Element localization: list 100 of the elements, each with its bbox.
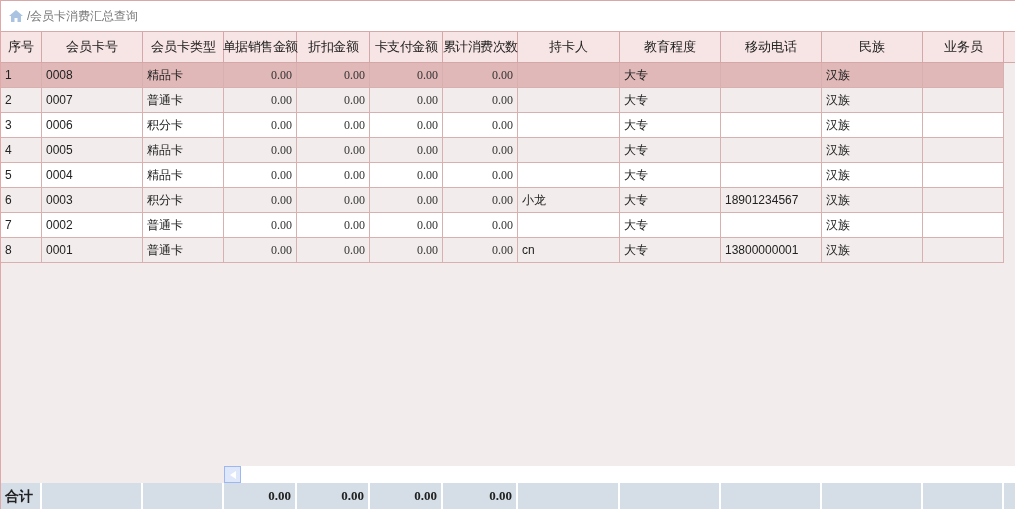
table-cell-text: 0.00 bbox=[271, 167, 292, 184]
table-cell-text: 大专 bbox=[624, 92, 648, 109]
table-cell-text: 普通卡 bbox=[147, 217, 183, 234]
table-cell-text: 积分卡 bbox=[147, 117, 183, 134]
table-cell-text: 0.00 bbox=[271, 67, 292, 84]
table-cell-text: 汉族 bbox=[826, 92, 850, 109]
table-cell-text: 0.00 bbox=[271, 217, 292, 234]
total-cell-text: 0.00 bbox=[489, 487, 512, 506]
total-cell-text: 0.00 bbox=[268, 487, 291, 506]
table-cell-text: 精品卡 bbox=[147, 67, 183, 84]
table-cell-text: 0.00 bbox=[344, 217, 365, 234]
table-cell-text: 5 bbox=[5, 167, 12, 184]
table-cell-text: 积分卡 bbox=[147, 192, 183, 209]
column-header[interactable]: 卡支付金额 bbox=[370, 32, 443, 62]
table-cell-text: 0004 bbox=[46, 167, 73, 184]
table-cell-text: 0.00 bbox=[492, 217, 513, 234]
table-cell-text: 精品卡 bbox=[147, 142, 183, 159]
table-cell-text: 0.00 bbox=[344, 67, 365, 84]
table-cell-text: 0.00 bbox=[271, 117, 292, 134]
table-cell-text: 2 bbox=[5, 92, 12, 109]
table-cell-text: 大专 bbox=[624, 67, 648, 84]
table-cell-text: 大专 bbox=[624, 192, 648, 209]
column-header[interactable]: 业务员 bbox=[923, 32, 1004, 62]
total-label: 合计 bbox=[5, 486, 33, 506]
table-cell-text: 0.00 bbox=[492, 142, 513, 159]
table-cell-text: 3 bbox=[5, 117, 12, 134]
column-header[interactable]: 教育程度 bbox=[620, 32, 721, 62]
table-cell-text: 0.00 bbox=[492, 67, 513, 84]
table-cell-text: 0.00 bbox=[417, 192, 438, 209]
table-row[interactable]: 3 0006 积分卡 0.00 0.00 0.00 0.00 大专 汉族 bbox=[1, 113, 1004, 138]
table-cell-text: 小龙 bbox=[522, 192, 546, 209]
table-cell-text: 0006 bbox=[46, 117, 73, 134]
table-cell-text: 0.00 bbox=[492, 117, 513, 134]
table-cell-text: 0008 bbox=[46, 67, 73, 84]
column-header[interactable]: 单据销售金额 bbox=[224, 32, 297, 62]
table-cell-text: 0.00 bbox=[271, 92, 292, 109]
table-cell-text: 0005 bbox=[46, 142, 73, 159]
table-cell-text: 0.00 bbox=[344, 117, 365, 134]
table-cell-text: 0003 bbox=[46, 192, 73, 209]
table-cell-text: 0.00 bbox=[417, 117, 438, 134]
table-cell-text: 0.00 bbox=[492, 167, 513, 184]
table-cell-text: 0.00 bbox=[344, 92, 365, 109]
table-row[interactable]: 6 0003 积分卡 0.00 0.00 0.00 0.00 小龙 大专 18901234567 汉族 bbox=[1, 188, 1004, 213]
table-cell-text: 0.00 bbox=[417, 167, 438, 184]
home-icon[interactable] bbox=[9, 10, 23, 22]
column-header[interactable]: 会员卡号 bbox=[42, 32, 143, 62]
table-cell-text: 0.00 bbox=[417, 92, 438, 109]
total-cell-text: 0.00 bbox=[414, 487, 437, 506]
table-cell-text: 4 bbox=[5, 142, 12, 159]
horizontal-scrollbar[interactable] bbox=[241, 466, 1015, 483]
table-cell-text: 0.00 bbox=[417, 217, 438, 234]
table-cell-text: 汉族 bbox=[826, 67, 850, 84]
table-cell-text: 汉族 bbox=[826, 217, 850, 234]
table-cell-text: cn bbox=[522, 242, 535, 259]
table-cell-text: 0001 bbox=[46, 242, 73, 259]
left-arrow-icon bbox=[229, 470, 236, 479]
table-cell-text: 汉族 bbox=[826, 167, 850, 184]
breadcrumb: /会员卡消费汇总查询 bbox=[27, 8, 139, 25]
column-header[interactable]: 序号 bbox=[1, 32, 42, 62]
table-cell-text: 1 bbox=[5, 67, 12, 84]
column-header[interactable]: 累计消费次数 bbox=[443, 32, 518, 62]
table-cell-text: 汉族 bbox=[826, 242, 850, 259]
table-cell-text: 普通卡 bbox=[147, 92, 183, 109]
table-row[interactable]: 4 0005 精品卡 0.00 0.00 0.00 0.00 大专 汉族 bbox=[1, 138, 1004, 163]
table-row[interactable]: 5 0004 精品卡 0.00 0.00 0.00 0.00 大专 汉族 bbox=[1, 163, 1004, 188]
table-cell-text: 大专 bbox=[624, 117, 648, 134]
column-header[interactable]: 移动电话 bbox=[721, 32, 822, 62]
table-cell-text: 0.00 bbox=[271, 142, 292, 159]
table-cell-text: 大专 bbox=[624, 242, 648, 259]
table-cell-text: 汉族 bbox=[826, 142, 850, 159]
table-row[interactable]: 2 0007 普通卡 0.00 0.00 0.00 0.00 大专 汉族 bbox=[1, 88, 1004, 113]
column-header[interactable]: 会员卡类型 bbox=[143, 32, 224, 62]
table-cell-text: 普通卡 bbox=[147, 242, 183, 259]
column-header[interactable]: 持卡人 bbox=[518, 32, 620, 62]
table-cell-text: 0007 bbox=[46, 92, 73, 109]
table-cell-text: 0.00 bbox=[271, 242, 292, 259]
table-cell-text: 汉族 bbox=[826, 117, 850, 134]
table-cell-text: 精品卡 bbox=[147, 167, 183, 184]
table-cell-text: 0.00 bbox=[344, 242, 365, 259]
table-cell-text: 0002 bbox=[46, 217, 73, 234]
table-cell-text: 大专 bbox=[624, 142, 648, 159]
table-cell-text: 8 bbox=[5, 242, 12, 259]
table-cell-text: 0.00 bbox=[344, 142, 365, 159]
table-cell-text: 18901234567 bbox=[725, 192, 799, 209]
table-cell-text: 6 bbox=[5, 192, 12, 209]
scroll-left-button[interactable] bbox=[224, 466, 241, 483]
column-header[interactable]: 折扣金额 bbox=[297, 32, 370, 62]
table-cell-text: 0.00 bbox=[417, 142, 438, 159]
table-row[interactable]: 1 0008 精品卡 0.00 0.00 0.00 0.00 大专 汉族 bbox=[1, 63, 1004, 88]
table-row[interactable]: 8 0001 普通卡 0.00 0.00 0.00 0.00 cn 大专 13800000001 汉族 bbox=[1, 238, 1004, 263]
table-cell-text: 0.00 bbox=[492, 92, 513, 109]
column-header[interactable]: 民族 bbox=[822, 32, 923, 62]
table-cell-text: 大专 bbox=[624, 217, 648, 234]
table-cell-text: 0.00 bbox=[492, 242, 513, 259]
table-cell-text: 0.00 bbox=[344, 192, 365, 209]
table-cell-text: 汉族 bbox=[826, 192, 850, 209]
table-cell-text: 0.00 bbox=[492, 192, 513, 209]
total-cell-text: 0.00 bbox=[341, 487, 364, 506]
table-row[interactable]: 7 0002 普通卡 0.00 0.00 0.00 0.00 大专 汉族 bbox=[1, 213, 1004, 238]
table-cell-text: 0.00 bbox=[417, 242, 438, 259]
